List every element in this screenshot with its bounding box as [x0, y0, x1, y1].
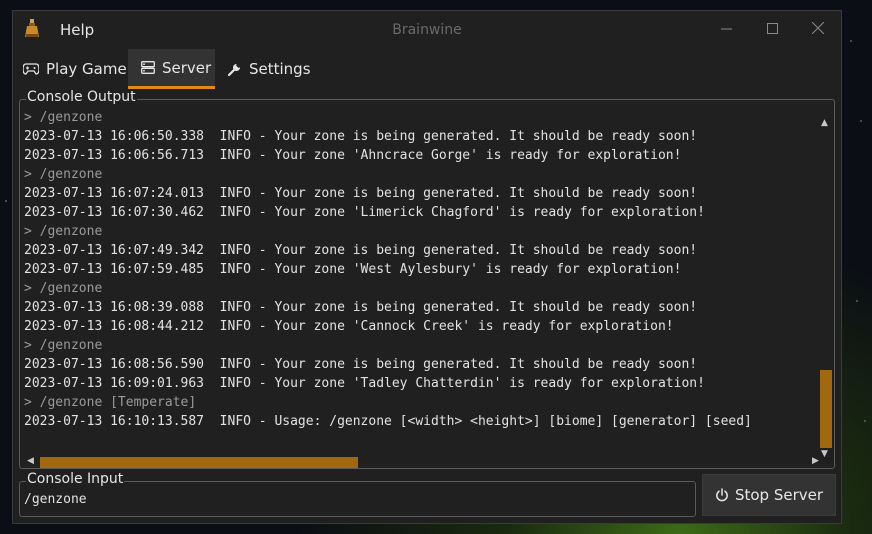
console-line: > /genzone — [24, 338, 103, 353]
console-output-label: Console Output — [26, 89, 137, 105]
console-line: > /genzone — [24, 224, 103, 239]
stop-server-button[interactable]: Stop Server — [702, 474, 836, 516]
tab-play-game-label: Play Game — [46, 60, 127, 78]
power-icon — [716, 488, 728, 502]
console-input-field[interactable] — [24, 490, 684, 510]
console-line: 2023-07-13 16:06:50.338 INFO - Your zone… — [24, 129, 698, 144]
console-line: > /genzone [Temperate] — [24, 395, 197, 410]
vertical-scrollbar[interactable]: ▲ ▼ — [818, 118, 832, 460]
console-line: 2023-07-13 16:07:59.485 INFO - Your zone… — [24, 262, 682, 277]
console-output-text[interactable]: > /genzone 2023-07-13 16:06:50.338 INFO … — [24, 108, 822, 446]
console-line: 2023-07-13 16:07:24.013 INFO - Your zone… — [24, 186, 698, 201]
console-input-group: Console Input — [19, 471, 696, 517]
console-line: 2023-07-13 16:08:44.212 INFO - Your zone… — [24, 319, 674, 334]
stop-server-label: Stop Server — [734, 486, 824, 504]
tab-settings[interactable]: Settings — [218, 49, 318, 89]
console-line: 2023-07-13 16:06:56.713 INFO - Your zone… — [24, 148, 682, 163]
maximize-icon — [766, 22, 778, 34]
tab-server-label: Server — [162, 58, 212, 77]
console-line: > /genzone — [24, 281, 103, 296]
console-line: > /genzone — [24, 167, 103, 182]
minimize-button[interactable] — [703, 11, 749, 45]
scroll-up-arrow-icon[interactable]: ▲ — [821, 118, 828, 128]
gamepad-icon — [23, 63, 39, 75]
maximize-button[interactable] — [749, 11, 795, 45]
server-icon — [141, 61, 155, 74]
horizontal-scroll-thumb[interactable] — [40, 457, 358, 468]
close-icon — [812, 22, 824, 34]
title-bar: Help Brainwine — [13, 11, 841, 47]
tab-server[interactable]: Server — [128, 49, 215, 89]
horizontal-scrollbar[interactable]: ◀ ▶ — [27, 454, 824, 468]
close-button[interactable] — [795, 11, 841, 45]
console-line: 2023-07-13 16:09:01.963 INFO - Your zone… — [24, 376, 705, 391]
console-input-label: Console Input — [26, 471, 125, 487]
console-line: > /genzone — [24, 110, 103, 125]
console-line: 2023-07-13 16:07:30.462 INFO - Your zone… — [24, 205, 705, 220]
scroll-right-arrow-icon[interactable]: ▶ — [812, 456, 819, 466]
console-line: 2023-07-13 16:07:49.342 INFO - Your zone… — [24, 243, 698, 258]
minimize-icon — [720, 28, 732, 29]
console-output-group: Console Output > /genzone 2023-07-13 16:… — [19, 89, 835, 469]
tab-play-game[interactable]: Play Game — [13, 49, 127, 89]
vertical-scroll-thumb[interactable] — [820, 370, 832, 448]
console-line: 2023-07-13 16:10:13.587 INFO - Usage: /g… — [24, 414, 752, 429]
console-line: 2023-07-13 16:08:39.088 INFO - Your zone… — [24, 300, 698, 315]
tab-bar: Play Game Server Settings — [13, 49, 841, 89]
scroll-left-arrow-icon[interactable]: ◀ — [27, 456, 34, 466]
app-window: Help Brainwine Play Game Server Settings… — [12, 10, 842, 524]
console-line: 2023-07-13 16:08:56.590 INFO - Your zone… — [24, 357, 698, 372]
wrench-icon — [228, 64, 240, 76]
tab-settings-label: Settings — [249, 60, 311, 78]
